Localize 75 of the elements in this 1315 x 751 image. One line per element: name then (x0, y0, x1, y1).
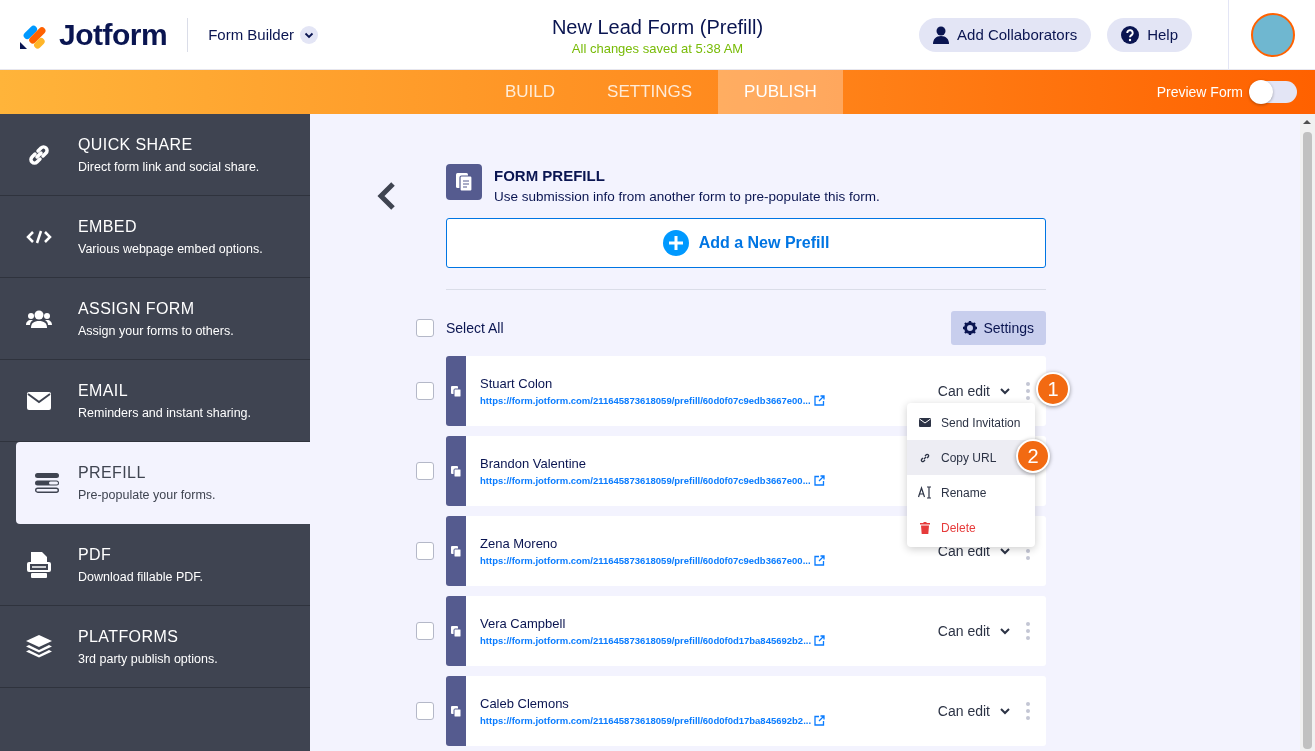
prefill-url-link[interactable]: https://form.jotform.com/211645873618059/prefill/60d0f07c9edb3667e00... (480, 395, 811, 406)
document-icon (451, 625, 461, 637)
select-all-label: Select All (446, 320, 504, 336)
preview-label: Preview Form (1156, 84, 1243, 100)
help-icon (1121, 25, 1140, 44)
row-checkbox[interactable] (416, 622, 434, 640)
back-chevron-icon[interactable] (375, 181, 397, 211)
row-checkbox[interactable] (416, 702, 434, 720)
collaborators-button[interactable]: Add Collaborators (919, 17, 1092, 52)
prefill-url-link[interactable]: https://form.jotform.com/211645873618059/prefill/60d0f0d17ba845692b2... (480, 715, 812, 726)
plus-icon (662, 230, 689, 256)
access-dropdown[interactable]: Can edit (937, 383, 1010, 399)
chevron-down-icon (1000, 387, 1010, 395)
scrollbar-thumb[interactable] (1303, 132, 1312, 749)
more-options-icon[interactable] (1026, 622, 1030, 640)
preview-toggle[interactable] (1251, 81, 1297, 103)
prefill-name: Caleb Clemons (480, 696, 570, 711)
code-icon (26, 229, 52, 244)
prefill-url-link[interactable]: https://form.jotform.com/211645873618059/prefill/60d0f07c9edb3667e00... (480, 475, 811, 486)
access-dropdown[interactable]: Can edit (937, 623, 1010, 639)
document-icon (451, 385, 461, 397)
product-name: Form Builder (208, 26, 295, 43)
menu-item[interactable]: Send Invitation (907, 405, 1035, 440)
prefill-url-link[interactable]: https://form.jotform.com/211645873618059/prefill/60d0f0d17ba845692b2... (480, 635, 812, 646)
mail-icon (27, 391, 51, 410)
settings-icon (963, 321, 978, 335)
pdf-file-icon (27, 551, 51, 578)
row-checkbox[interactable] (416, 382, 434, 400)
brand-name: Jotform (59, 17, 168, 52)
document-icon (451, 465, 461, 477)
prefill-form-icon (446, 164, 482, 200)
more-options-icon[interactable] (1026, 702, 1030, 720)
prefill-url-link[interactable]: https://form.jotform.com/211645873618059/prefill/60d0f07c9edb3667e00... (480, 555, 811, 566)
form-title: New Lead Form (Prefill) (551, 16, 764, 39)
trash-icon (920, 521, 930, 534)
external-link-icon[interactable] (813, 395, 825, 406)
link-icon (919, 451, 931, 464)
person-icon (933, 25, 950, 44)
stacked-bars-icon (35, 473, 59, 493)
prefill-name: Stuart Colon (480, 376, 554, 391)
more-options-icon[interactable] (1026, 382, 1030, 400)
document-icon (451, 545, 461, 557)
row-checkbox[interactable] (416, 542, 434, 560)
prefill-name: Brandon Valentine (480, 456, 587, 471)
save-status: All changes saved at 5:38 AM (571, 41, 744, 56)
sidebar-item[interactable]: PREFILL Pre-populate your forms. (16, 442, 310, 524)
section-title: FORM PREFILL (494, 167, 606, 184)
chevron-down-icon (1000, 547, 1010, 555)
external-link-icon[interactable] (814, 635, 826, 646)
external-link-icon[interactable] (813, 555, 825, 566)
scroll-up-icon[interactable] (1303, 119, 1311, 124)
add-prefill-button[interactable]: Add a New Prefill (446, 218, 1046, 268)
access-dropdown[interactable]: Can edit (937, 703, 1010, 719)
document-icon (451, 705, 461, 717)
external-link-icon[interactable] (814, 715, 826, 726)
chevron-down-icon (1000, 707, 1010, 715)
prefill-name: Zena Moreno (480, 536, 559, 551)
mail-icon (919, 418, 931, 427)
avatar[interactable] (1251, 12, 1295, 57)
section-description: Use submission info from another form to pre-populate this form. (494, 189, 880, 204)
step-marker: 1 (1036, 372, 1070, 406)
help-button[interactable]: Help (1107, 17, 1192, 52)
prefill-name: Vera Campbell (480, 616, 567, 631)
text-cursor-icon (918, 486, 932, 499)
select-all-checkbox[interactable] (416, 319, 434, 337)
users-icon (26, 309, 52, 328)
settings-button[interactable]: Settings (951, 311, 1046, 345)
menu-item[interactable]: Delete (907, 510, 1035, 545)
chevron-down-icon[interactable] (300, 25, 319, 44)
layers-icon (26, 634, 52, 659)
external-link-icon[interactable] (813, 475, 825, 486)
row-checkbox[interactable] (416, 462, 434, 480)
menu-item[interactable]: Rename (907, 475, 1035, 510)
sidebar-item[interactable]: PDF Download fillable PDF. (0, 524, 310, 606)
chevron-down-icon (1000, 627, 1010, 635)
